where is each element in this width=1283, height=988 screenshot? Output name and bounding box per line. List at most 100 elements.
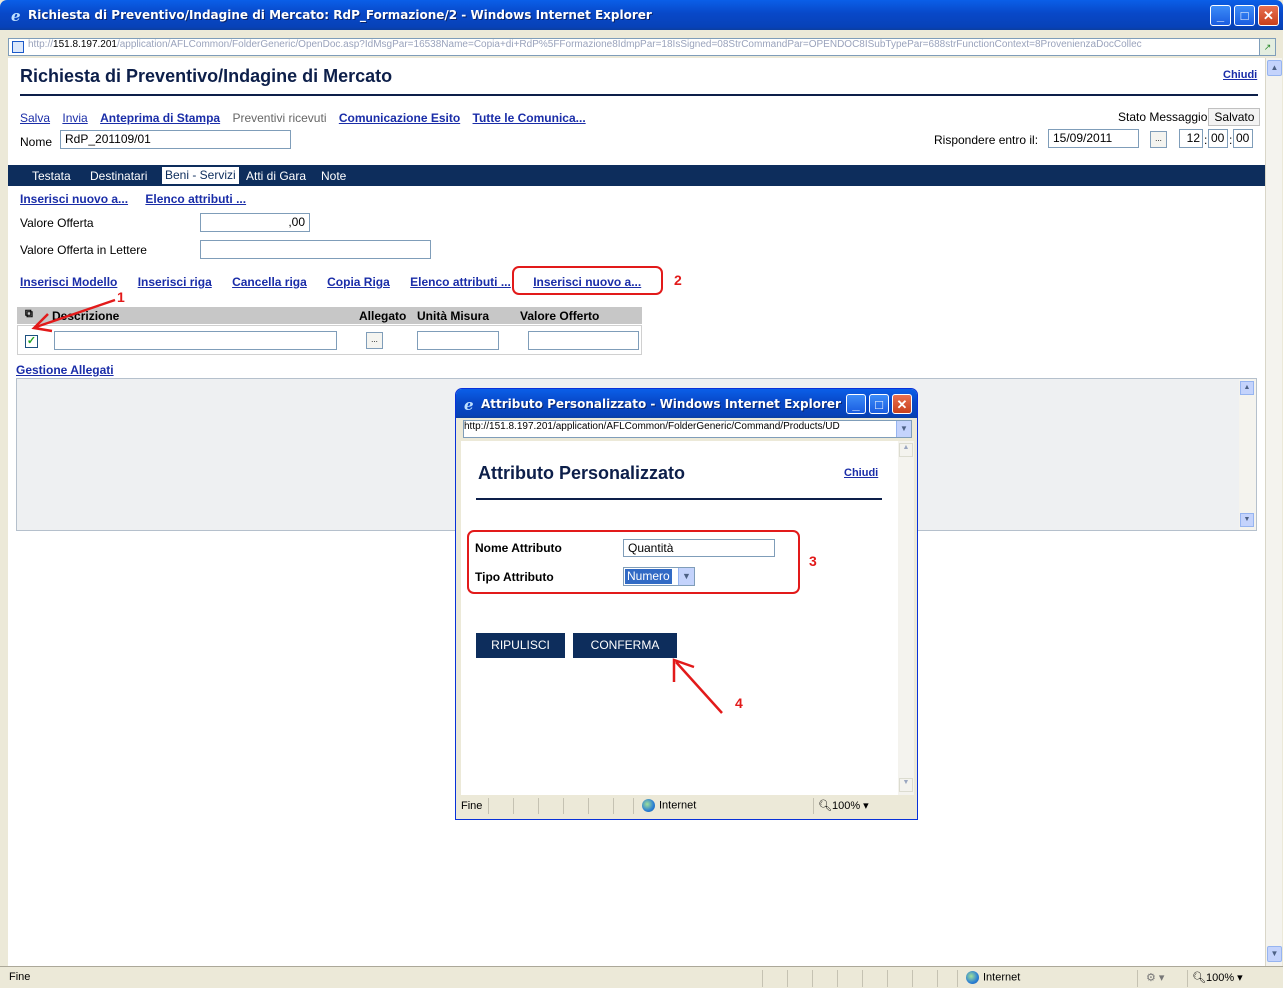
popup-close-button[interactable]: ✕ <box>892 394 912 414</box>
window-title: Richiesta di Preventivo/Indagine di Merc… <box>28 8 652 22</box>
address-dropdown-icon[interactable]: ▼ <box>896 421 911 437</box>
hour-input[interactable]: 12 <box>1179 129 1203 148</box>
status-bar: Fine Internet ⚙ ▾ 🔍︎100% ▾ <box>0 966 1283 988</box>
popup-titlebar[interactable]: e Attributo Personalizzato - Windows Int… <box>456 389 917 418</box>
descrizione-input[interactable] <box>54 331 337 350</box>
popup-close-link[interactable]: Chiudi <box>844 467 878 479</box>
rispondere-date-input[interactable]: 15/09/2011 <box>1048 129 1139 148</box>
zone-text: Internet <box>983 971 1021 984</box>
header-unita-misura: Unità Misura <box>417 309 490 323</box>
zoom-control[interactable]: 🔍︎100% ▾ <box>1187 970 1267 987</box>
popup-address-bar[interactable]: http://151.8.197.201/application/AFLComm… <box>463 420 912 438</box>
header-valore-offerto: Valore Offerto <box>520 309 600 323</box>
close-window-button[interactable]: ✕ <box>1258 5 1279 26</box>
page-scroll-up-icon[interactable]: ▲ <box>1267 60 1282 76</box>
valore-offerta-input[interactable]: ,00 <box>200 213 310 232</box>
elenco-attributi-grid-link[interactable]: Elenco attributi ... <box>410 275 511 289</box>
close-link[interactable]: Chiudi <box>1223 69 1257 81</box>
popup-scroll-up-icon[interactable]: ▲ <box>899 443 913 457</box>
ripulisci-button[interactable]: RIPULISCI <box>476 633 565 658</box>
globe-icon <box>966 971 979 984</box>
popup-zoom-control[interactable]: 🔍︎100% ▾ <box>813 798 893 814</box>
popup-divider <box>476 498 882 500</box>
anteprima-link[interactable]: Anteprima di Stampa <box>100 111 220 125</box>
inserisci-modello-link[interactable]: Inserisci Modello <box>20 275 117 289</box>
time-separator-1: : <box>1204 133 1208 147</box>
popup-maximize-button[interactable]: □ <box>869 394 889 414</box>
popup-zone-indicator: Internet <box>633 798 813 814</box>
minute-input[interactable]: 00 <box>1208 129 1228 148</box>
conferma-button[interactable]: CONFERMA <box>573 633 677 658</box>
title-divider <box>20 94 1258 96</box>
attributo-popup-window: e Attributo Personalizzato - Windows Int… <box>455 388 918 820</box>
invia-link[interactable]: Invia <box>62 111 87 125</box>
status-cell <box>812 970 813 987</box>
address-bar[interactable]: http://151.8.197.201/application/AFLComm… <box>8 38 1276 56</box>
status-cell <box>588 798 589 814</box>
svg-text:e: e <box>11 7 21 23</box>
tutte-comunicazioni-link[interactable]: Tutte le Comunica... <box>473 111 586 125</box>
tab-atti-di-gara[interactable]: Atti di Gara <box>246 169 306 183</box>
status-text: Fine <box>9 971 31 983</box>
zoom-icon: 🔍︎ <box>818 800 832 812</box>
popup-minimize-button[interactable]: _ <box>846 394 866 414</box>
popup-zone-text: Internet <box>659 799 697 812</box>
allegato-button[interactable]: ... <box>366 332 383 349</box>
scroll-up-icon[interactable]: ▲ <box>1240 381 1254 395</box>
section-links: Inserisci nuovo a... Elenco attributi ..… <box>20 192 260 206</box>
copia-riga-link[interactable]: Copia Riga <box>327 275 390 289</box>
grid-header: ⧉ Descrizione Allegato Unità Misura Valo… <box>17 307 642 324</box>
tab-destinatari[interactable]: Destinatari <box>90 169 147 183</box>
tab-note[interactable]: Note <box>321 169 346 183</box>
globe-icon <box>642 799 655 812</box>
annotation-box-3 <box>467 530 800 594</box>
nome-input[interactable]: RdP_201109/01 <box>60 130 291 149</box>
page-scroll-down-icon[interactable]: ▼ <box>1267 946 1282 962</box>
comunicazione-esito-link[interactable]: Comunicazione Esito <box>339 111 460 125</box>
window-titlebar[interactable]: e Richiesta di Preventivo/Indagine di Me… <box>0 0 1283 30</box>
popup-scrollbar[interactable]: ▲ ▼ <box>898 441 914 795</box>
attachments-scrollbar[interactable]: ▲ ▼ <box>1239 379 1256 530</box>
stato-label: Stato Messaggio <box>1118 110 1208 124</box>
minimize-button[interactable]: _ <box>1210 5 1231 26</box>
status-cell <box>937 970 938 987</box>
valore-offerto-input[interactable] <box>528 331 639 350</box>
address-path: /application/AFLCommon/FolderGeneric/Ope… <box>116 39 1142 50</box>
annotation-number-4: 4 <box>735 695 743 711</box>
tab-beni-servizi[interactable]: Beni - Servizi <box>162 167 239 184</box>
ie-logo-icon: e <box>464 396 474 412</box>
svg-text:e: e <box>464 396 474 412</box>
gestione-allegati-link[interactable]: Gestione Allegati <box>16 363 114 377</box>
ie-logo-icon: e <box>11 7 21 23</box>
scroll-down-icon[interactable]: ▼ <box>1240 513 1254 527</box>
popup-scroll-down-icon[interactable]: ▼ <box>899 778 913 792</box>
unita-misura-input[interactable] <box>417 331 499 350</box>
status-cell <box>488 798 489 814</box>
tab-bar: Testata Destinatari Beni - Servizi Atti … <box>8 165 1265 186</box>
copy-icon[interactable]: ⧉ <box>25 308 33 321</box>
cancella-riga-link[interactable]: Cancella riga <box>232 275 307 289</box>
row-checkbox[interactable]: ✓ <box>25 335 38 348</box>
inserisci-riga-link[interactable]: Inserisci riga <box>138 275 212 289</box>
salva-link[interactable]: Salva <box>20 111 50 125</box>
second-input[interactable]: 00 <box>1233 129 1253 148</box>
popup-zoom-text: 100% <box>831 800 861 812</box>
date-picker-button[interactable]: ... <box>1150 131 1167 148</box>
document-toolbar: Salva Invia Anteprima di Stampa Preventi… <box>20 111 595 125</box>
protected-mode-icon[interactable]: ⚙ ▾ <box>1137 970 1187 987</box>
status-cell <box>762 970 763 987</box>
go-icon[interactable]: ↗ <box>1259 39 1275 55</box>
elenco-attributi-link[interactable]: Elenco attributi ... <box>145 192 246 206</box>
valore-lettere-label: Valore Offerta in Lettere <box>20 243 147 257</box>
maximize-button[interactable]: □ <box>1234 5 1255 26</box>
page-scrollbar[interactable]: ▲ ▼ <box>1265 58 1282 966</box>
address-host: 151.8.197.201 <box>53 39 117 50</box>
annotation-number-3: 3 <box>809 553 817 569</box>
tab-testata[interactable]: Testata <box>32 169 71 183</box>
inserisci-nuovo-link[interactable]: Inserisci nuovo a... <box>20 192 128 206</box>
status-cell <box>613 798 614 814</box>
status-cell <box>862 970 863 987</box>
popup-heading: Attributo Personalizzato <box>478 463 686 483</box>
valore-lettere-input[interactable] <box>200 240 431 259</box>
header-allegato: Allegato <box>359 309 407 323</box>
